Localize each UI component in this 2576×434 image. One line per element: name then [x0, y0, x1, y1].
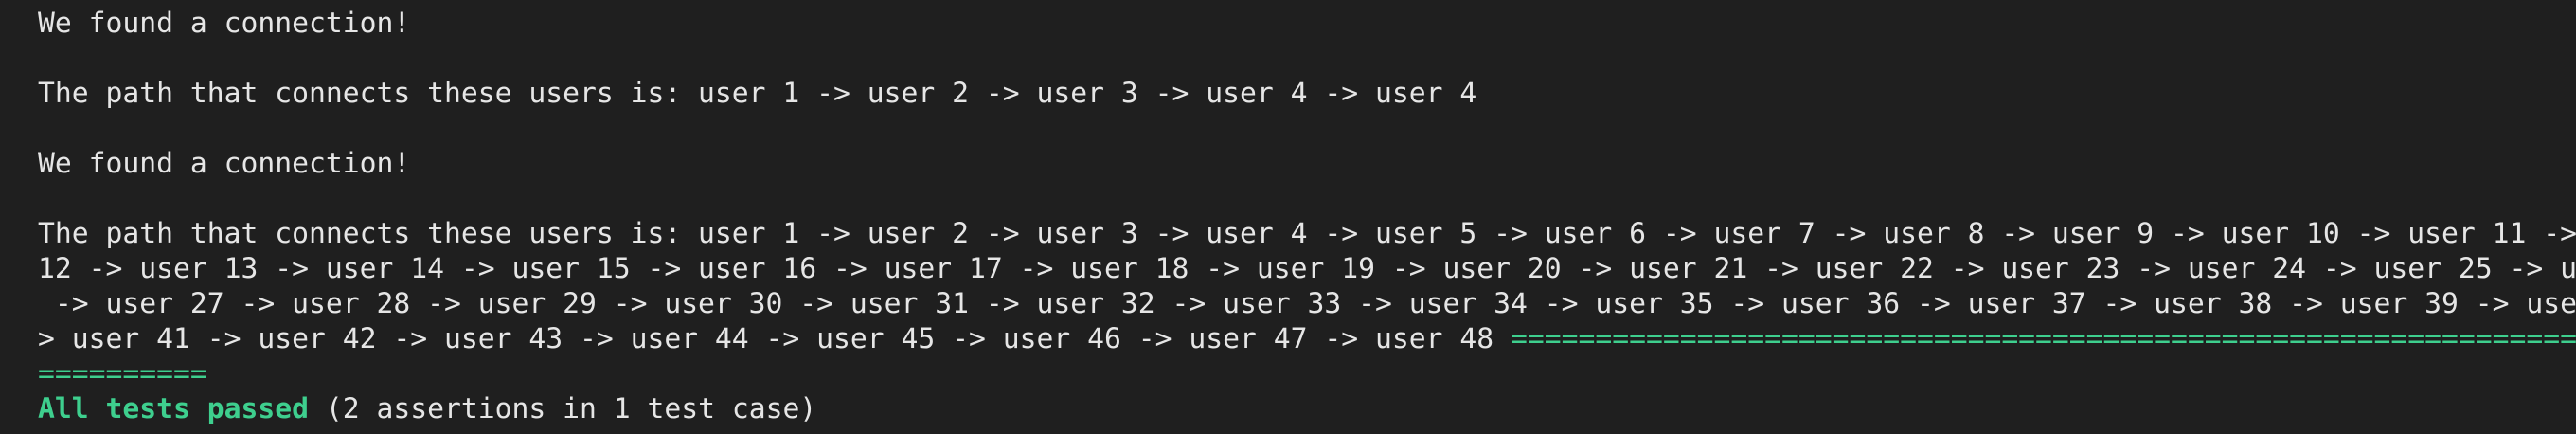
test-summary: All tests passed (2 assertions in 1 test… [38, 391, 2538, 426]
separator: ========================================… [1510, 322, 2576, 355]
path-output-line: The path that connects these users is: u… [38, 217, 2576, 250]
assertion-count: (2 assertions in 1 test case) [308, 392, 817, 425]
path-output: The path that connects these users is: u… [38, 77, 1477, 110]
connection-message: We found a connection! [38, 147, 411, 180]
connection-message: We found a connection! [38, 7, 411, 40]
path-output-tail: > user 41 -> user 42 -> user 43 -> user … [38, 322, 1511, 355]
separator-continued: ========== [38, 357, 207, 390]
path-output-line-with-separator: > user 41 -> user 42 -> user 43 -> user … [38, 321, 2576, 356]
path-output-line: -> user 27 -> user 28 -> user 29 -> user… [38, 287, 2576, 320]
path-output-line: 12 -> user 13 -> user 14 -> user 15 -> u… [38, 252, 2576, 285]
tests-passed-status: All tests passed [38, 392, 309, 425]
terminal-output: We found a connection! The path that con… [0, 0, 2576, 434]
